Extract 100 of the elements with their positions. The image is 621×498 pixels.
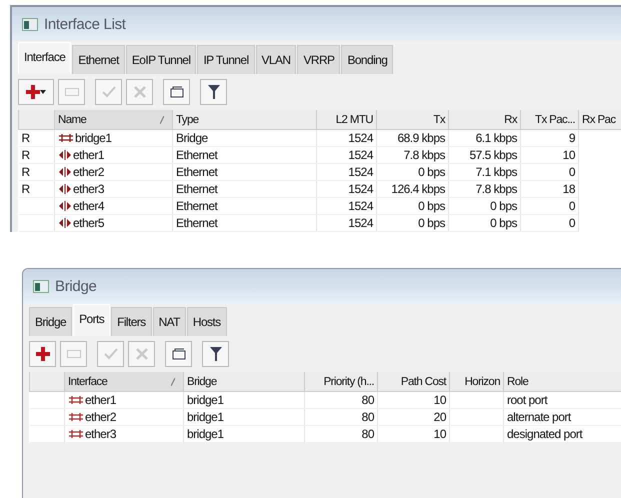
name-cell: ether2 [85, 410, 116, 424]
caret-icon [40, 90, 46, 94]
filter-icon [210, 347, 222, 361]
ethernet-icon [58, 218, 72, 228]
priority-cell: 80 [362, 410, 374, 424]
l2mtu-cell: 1524 [348, 216, 373, 230]
column-header[interactable]: Role [507, 376, 528, 388]
tab[interactable]: Filters [111, 307, 152, 336]
add-button[interactable] [18, 79, 54, 105]
path-cost-cell: 20 [434, 410, 446, 424]
bridge-icon [68, 428, 84, 438]
column-header[interactable]: Bridge [187, 376, 217, 388]
ethernet-icon [58, 150, 72, 160]
tx-cell: 0 bps [418, 216, 445, 230]
filter-button[interactable] [200, 79, 227, 105]
note-icon [172, 348, 186, 360]
add-icon [36, 347, 50, 361]
type-cell: Bridge [176, 131, 208, 145]
priority-cell: 80 [362, 427, 374, 441]
bridge-cell: bridge1 [187, 410, 224, 424]
tab[interactable]: VRRP [297, 45, 340, 74]
tx-cell: 0 bps [418, 165, 445, 179]
window-icon [22, 18, 38, 30]
window-title: Bridge [55, 278, 97, 294]
flag-cell: R [22, 148, 30, 162]
window-title: Interface List [44, 16, 126, 32]
rx-cell: 57.5 kbps [469, 148, 517, 162]
check-icon [102, 86, 116, 98]
bridge-cell: bridge1 [187, 427, 224, 441]
name-cell: ether5 [73, 216, 104, 230]
l2mtu-cell: 1524 [348, 182, 373, 196]
l2mtu-cell: 1524 [348, 199, 373, 213]
type-cell: Ethernet [176, 216, 218, 230]
tab[interactable]: Bonding [341, 45, 394, 74]
l2mtu-cell: 1524 [348, 165, 373, 179]
name-cell: ether1 [85, 392, 116, 406]
tx-packets-cell: 0 [568, 165, 575, 179]
add-icon [26, 85, 40, 99]
role-cell: alternate port [507, 410, 571, 424]
bridge-icon [58, 132, 74, 142]
path-cost-cell: 10 [434, 427, 446, 441]
role-cell: root port [507, 393, 548, 407]
name-cell: ether1 [73, 148, 104, 162]
l2mtu-cell: 1524 [348, 131, 373, 145]
cross-icon [134, 86, 146, 98]
tab[interactable]: EoIP Tunnel [126, 45, 196, 74]
tx-packets-cell: 9 [568, 131, 575, 145]
tx-packets-cell: 0 [568, 216, 575, 230]
type-cell: Ethernet [176, 148, 218, 162]
name-cell: bridge1 [75, 130, 112, 144]
name-cell: ether3 [85, 426, 116, 440]
column-header[interactable]: Name [58, 114, 86, 126]
type-cell: Ethernet [176, 182, 218, 196]
sort-icon [160, 116, 164, 124]
type-cell: Ethernet [176, 199, 218, 213]
minus-icon [66, 350, 80, 358]
ethernet-icon [58, 166, 72, 176]
rx-cell: 6.1 kbps [476, 131, 517, 145]
priority-cell: 80 [362, 393, 374, 407]
tab[interactable]: Ethernet [72, 45, 125, 74]
bridge-icon [68, 412, 84, 422]
name-cell: ether4 [73, 198, 104, 212]
tab[interactable]: Bridge [29, 307, 72, 336]
tx-cell: 126.4 kbps [391, 182, 445, 196]
check-icon [104, 348, 118, 360]
tab[interactable]: IP Tunnel [197, 45, 255, 74]
tab[interactable]: VLAN [256, 45, 296, 74]
filter-button[interactable] [202, 341, 229, 367]
tx-cell: 7.8 kbps [404, 148, 445, 162]
note-icon [170, 86, 184, 98]
path-cost-cell: 10 [434, 393, 446, 407]
bridge-icon [68, 394, 84, 404]
name-cell: ether2 [73, 164, 104, 178]
cross-icon [136, 348, 148, 360]
name-cell: ether3 [73, 182, 104, 196]
flag-cell: R [22, 165, 30, 179]
tx-cell: 0 bps [418, 199, 445, 213]
flag-cell: R [22, 182, 30, 196]
rx-cell: 0 bps [490, 216, 517, 230]
comment-button[interactable] [163, 79, 190, 105]
bridge-cell: bridge1 [187, 393, 224, 407]
flag-cell: R [22, 131, 30, 145]
l2mtu-cell: 1524 [348, 148, 373, 162]
comment-button[interactable] [165, 341, 192, 367]
column-header[interactable]: Type [176, 114, 199, 126]
ethernet-icon [58, 200, 72, 210]
column-header[interactable]: Rx [504, 114, 517, 126]
tab[interactable]: Interface [18, 42, 72, 74]
rx-cell: 7.8 kbps [476, 182, 517, 196]
rx-cell: 0 bps [490, 199, 517, 213]
ethernet-icon [58, 184, 72, 194]
add-button[interactable] [29, 341, 56, 367]
window-icon [33, 280, 49, 292]
rx-cell: 7.1 kbps [476, 165, 517, 179]
tab[interactable]: NAT [152, 307, 186, 336]
tab[interactable]: Ports [73, 304, 110, 336]
type-cell: Ethernet [176, 165, 218, 179]
column-header[interactable]: Tx [433, 114, 445, 126]
tab[interactable]: Hosts [186, 307, 227, 336]
minus-icon [64, 88, 78, 96]
